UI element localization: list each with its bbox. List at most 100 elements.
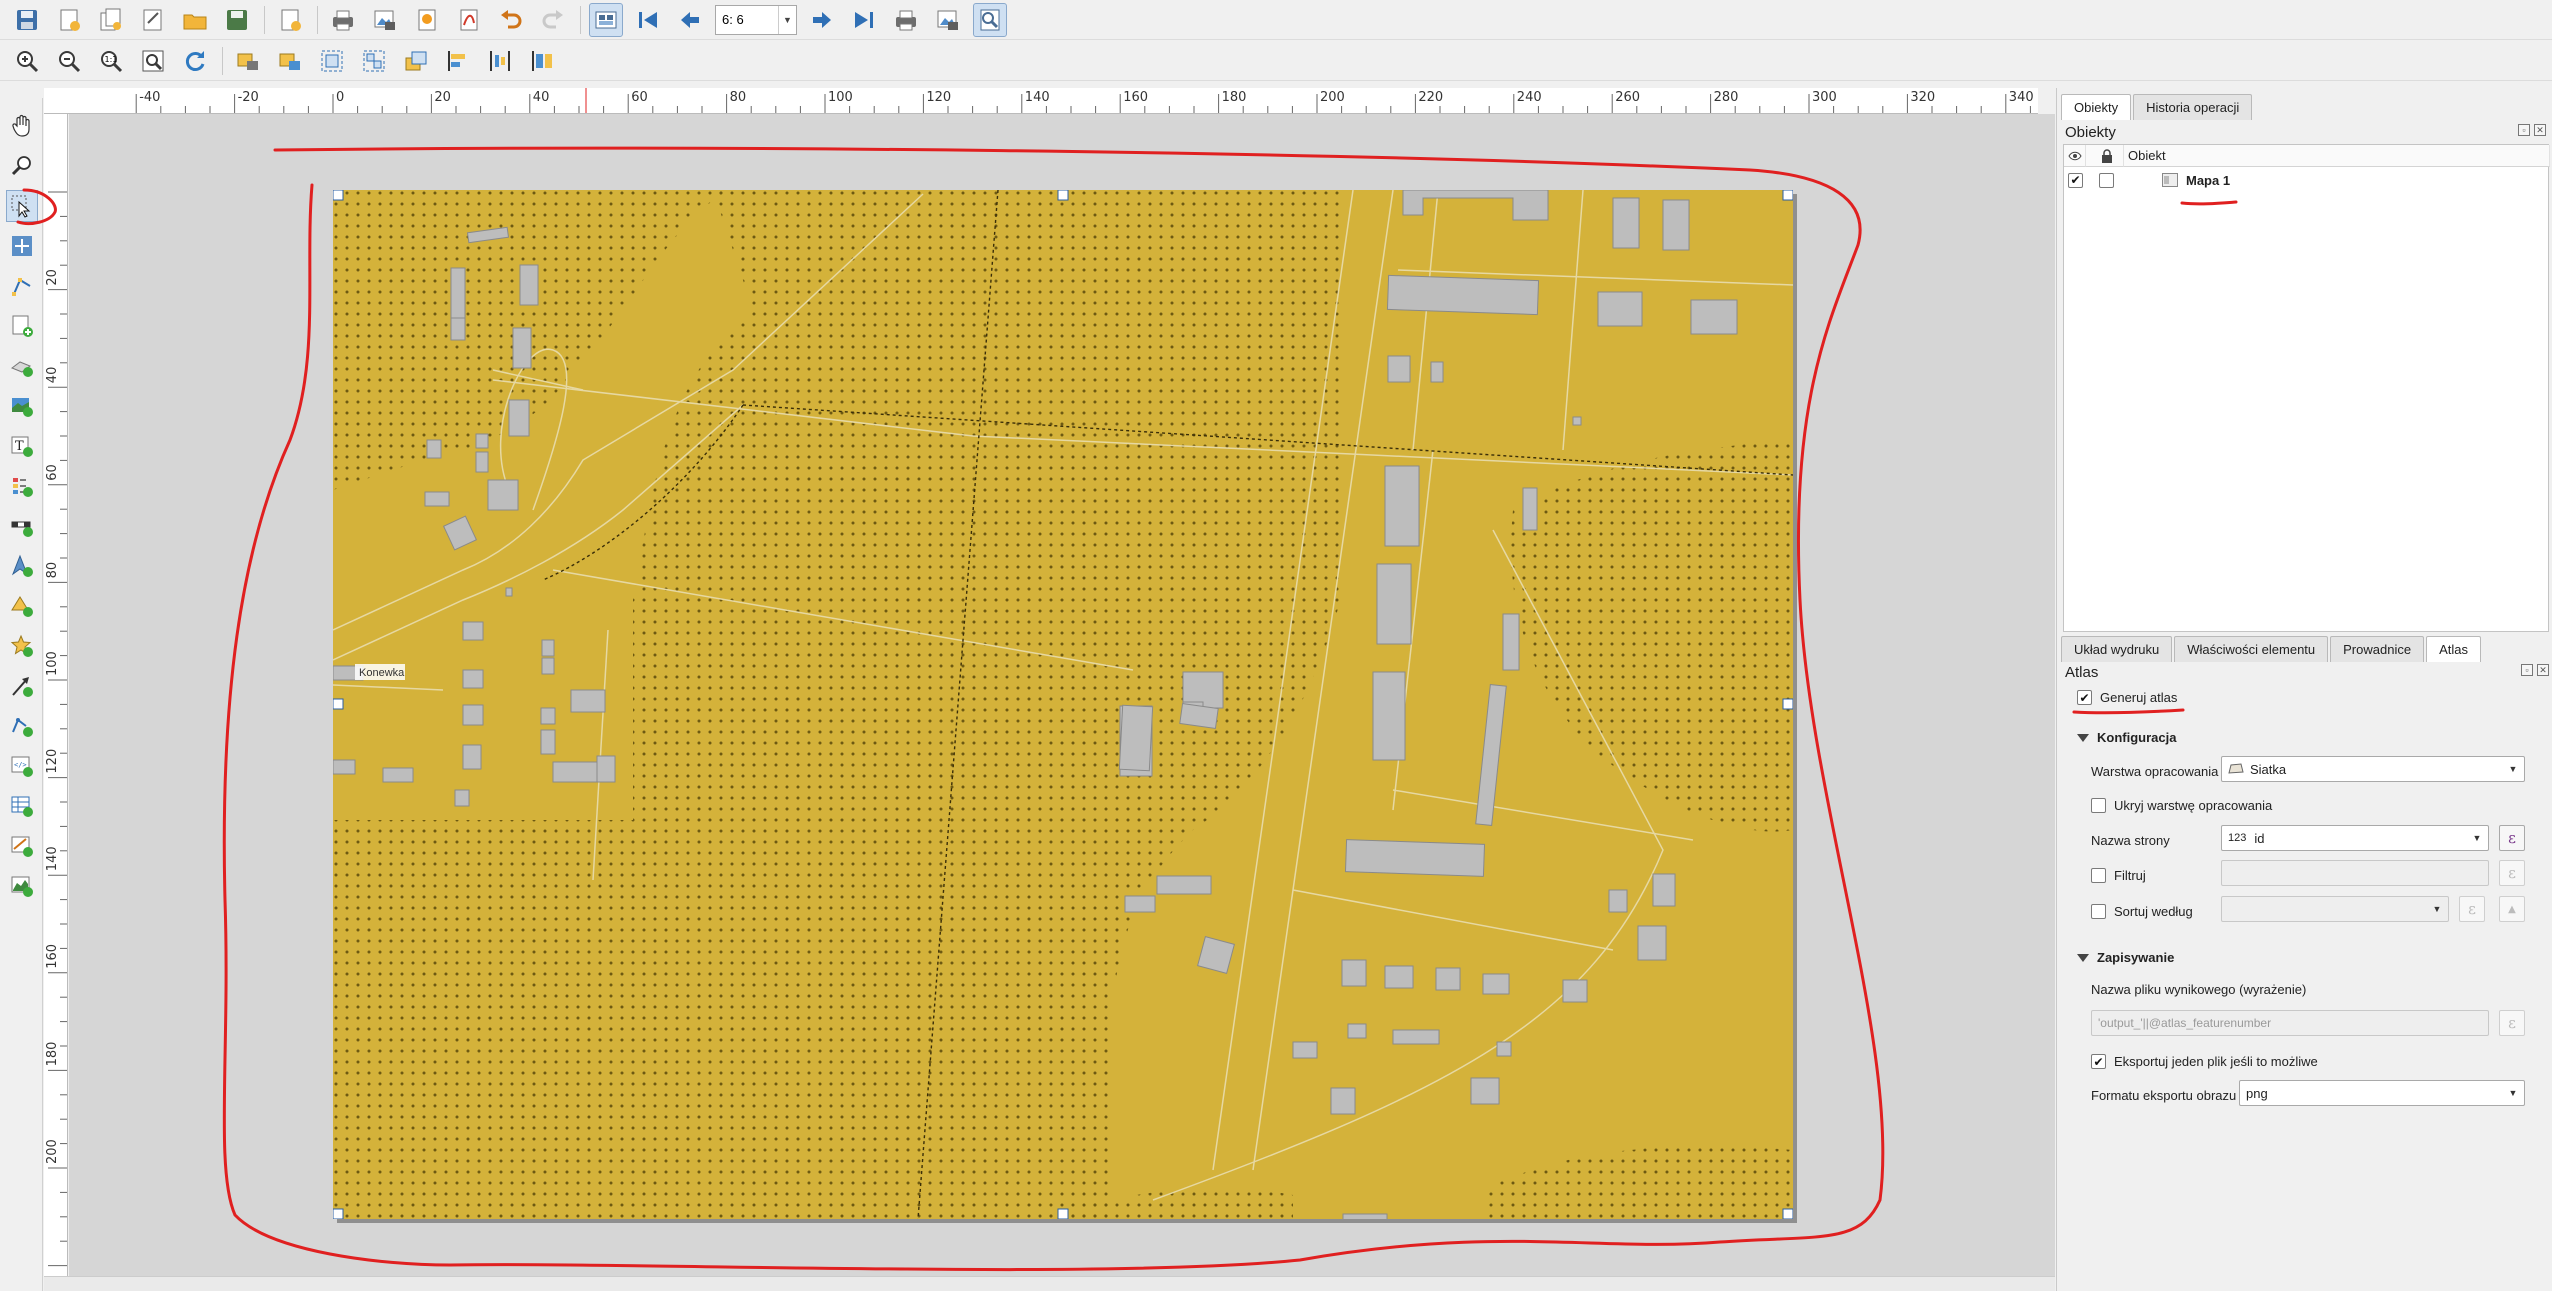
object-column-header[interactable]: Obiekt bbox=[2124, 145, 2550, 167]
vertical-ruler[interactable]: 20 40 60 80 100 120 140 160 180 200 bbox=[44, 114, 68, 1276]
add-map-icon[interactable] bbox=[6, 310, 38, 342]
zoom-full-icon[interactable] bbox=[136, 44, 170, 78]
sort-ascending-icon[interactable]: ▲ bbox=[2499, 896, 2525, 922]
hide-coverage-row[interactable]: Ukryj warstwę opracowania bbox=[2091, 798, 2272, 813]
horizontal-scrollbar[interactable] bbox=[44, 1276, 2055, 1291]
export-image-icon[interactable] bbox=[368, 3, 402, 37]
edit-nodes-icon[interactable] bbox=[6, 270, 38, 302]
float-dock-icon[interactable]: ▫ bbox=[2518, 124, 2530, 136]
chevron-down-icon[interactable]: ▼ bbox=[2426, 897, 2448, 921]
tab-items[interactable]: Obiekty bbox=[2061, 94, 2132, 120]
add-label-icon[interactable]: T bbox=[6, 430, 38, 462]
add-elevation-profile-icon[interactable] bbox=[6, 870, 38, 902]
sort-field-combo[interactable]: ▼ bbox=[2221, 896, 2449, 922]
redo-icon[interactable] bbox=[536, 3, 570, 37]
atlas-page-input[interactable] bbox=[716, 5, 778, 34]
collapse-triangle-icon[interactable] bbox=[2077, 733, 2089, 742]
select-move-icon[interactable] bbox=[6, 190, 38, 222]
page-name-combo[interactable]: 123 id ▼ bbox=[2221, 825, 2489, 851]
move-content-icon[interactable] bbox=[6, 230, 38, 262]
refresh-icon[interactable] bbox=[178, 44, 212, 78]
ungroup-items-icon[interactable] bbox=[357, 44, 391, 78]
lock-column-header[interactable] bbox=[2086, 145, 2124, 167]
chevron-down-icon[interactable]: ▼ bbox=[778, 5, 796, 34]
export-atlas-icon[interactable] bbox=[931, 3, 965, 37]
tab-layout[interactable]: Układ wydruku bbox=[2061, 636, 2173, 662]
export-pdf-icon[interactable] bbox=[452, 3, 486, 37]
close-dock-icon[interactable]: ✕ bbox=[2534, 124, 2546, 136]
single-file-checkbox[interactable]: ✔ bbox=[2091, 1054, 2106, 1069]
hide-coverage-label[interactable]: Ukryj warstwę opracowania bbox=[2114, 798, 2272, 813]
output-filename-expression-button[interactable]: ε bbox=[2499, 1010, 2525, 1036]
previous-feature-icon[interactable] bbox=[673, 3, 707, 37]
sort-checkbox[interactable] bbox=[2091, 904, 2106, 919]
add-scalebar-icon[interactable] bbox=[6, 510, 38, 542]
align-left-icon[interactable] bbox=[441, 44, 475, 78]
add-shape-icon[interactable] bbox=[6, 590, 38, 622]
chevron-down-icon[interactable]: ▼ bbox=[2466, 826, 2488, 850]
pan-icon[interactable] bbox=[6, 110, 38, 142]
add-picture-icon[interactable] bbox=[6, 390, 38, 422]
undo-icon[interactable] bbox=[494, 3, 528, 37]
add-page-icon[interactable] bbox=[273, 3, 307, 37]
add-node-item-icon[interactable] bbox=[6, 710, 38, 742]
single-file-row[interactable]: ✔ Eksportuj jeden plik jeśli to możliwe bbox=[2091, 1054, 2318, 1069]
add-north-arrow-icon[interactable] bbox=[6, 550, 38, 582]
chevron-down-icon[interactable]: ▼ bbox=[2502, 1081, 2524, 1105]
page-name-expression-button[interactable]: ε bbox=[2499, 825, 2525, 851]
filter-expression-field[interactable] bbox=[2221, 860, 2489, 886]
duplicate-layout-icon[interactable] bbox=[94, 3, 128, 37]
add-3d-map-icon[interactable] bbox=[6, 350, 38, 382]
items-table[interactable]: Obiekt ✔ Mapa 1 bbox=[2063, 144, 2550, 632]
raise-items-icon[interactable] bbox=[399, 44, 433, 78]
filter-expression-button[interactable]: ε bbox=[2499, 860, 2525, 886]
layout-canvas[interactable]: Konewka bbox=[69, 114, 2055, 1276]
map-item[interactable]: Konewka bbox=[332, 189, 1794, 1223]
sort-row[interactable]: Sortuj według bbox=[2091, 904, 2193, 919]
open-template-icon[interactable] bbox=[178, 3, 212, 37]
atlas-settings-icon[interactable] bbox=[973, 2, 1007, 37]
zoom-in-icon[interactable] bbox=[10, 44, 44, 78]
item-visible-checkbox[interactable]: ✔ bbox=[2068, 172, 2083, 188]
tab-guides[interactable]: Prowadnice bbox=[2330, 636, 2425, 662]
configuration-group-header[interactable]: Konfiguracja bbox=[2077, 730, 2176, 745]
sort-expression-button[interactable]: ε bbox=[2459, 896, 2485, 922]
collapse-triangle-icon[interactable] bbox=[2077, 953, 2089, 962]
zoom-actual-icon[interactable]: 1:1 bbox=[94, 44, 128, 78]
export-svg-icon[interactable] bbox=[410, 3, 444, 37]
unlock-items-icon[interactable] bbox=[273, 44, 307, 78]
lock-items-icon[interactable] bbox=[231, 44, 265, 78]
add-html-icon[interactable]: </> bbox=[6, 750, 38, 782]
chevron-down-icon[interactable]: ▼ bbox=[2502, 757, 2524, 781]
generate-atlas-checkbox[interactable]: ✔ bbox=[2077, 690, 2092, 705]
image-format-combo[interactable]: png ▼ bbox=[2239, 1080, 2525, 1106]
zoom-out-icon[interactable] bbox=[52, 44, 86, 78]
atlas-page-spinbox[interactable]: ▼ bbox=[715, 4, 797, 35]
filter-checkbox[interactable] bbox=[2091, 868, 2106, 883]
add-legend-icon[interactable] bbox=[6, 470, 38, 502]
atlas-preview-icon[interactable] bbox=[589, 2, 623, 37]
item-row-map[interactable]: ✔ Mapa 1 bbox=[2064, 168, 2548, 192]
first-feature-icon[interactable] bbox=[631, 3, 665, 37]
next-feature-icon[interactable] bbox=[805, 3, 839, 37]
output-filename-field[interactable]: 'output_'||@atlas_featurenumber bbox=[2091, 1010, 2489, 1036]
layout-manager-icon[interactable] bbox=[136, 3, 170, 37]
item-lock-checkbox[interactable] bbox=[2099, 172, 2114, 188]
save-layout-icon[interactable] bbox=[10, 3, 44, 37]
new-layout-icon[interactable] bbox=[52, 3, 86, 37]
visibility-column-header[interactable] bbox=[2064, 145, 2086, 167]
filter-row[interactable]: Filtruj bbox=[2091, 868, 2146, 883]
tab-item-properties[interactable]: Właściwości elementu bbox=[2174, 636, 2329, 662]
float-dock-icon[interactable]: ▫ bbox=[2521, 664, 2533, 676]
tab-undo-history[interactable]: Historia operacji bbox=[2133, 94, 2253, 120]
close-dock-icon[interactable]: ✕ bbox=[2537, 664, 2549, 676]
generate-atlas-label[interactable]: Generuj atlas bbox=[2100, 690, 2177, 705]
save-template-icon[interactable] bbox=[220, 3, 254, 37]
layout-page[interactable]: Konewka bbox=[332, 189, 1794, 1223]
coverage-layer-combo[interactable]: Siatka ▼ bbox=[2221, 756, 2525, 782]
print-icon[interactable] bbox=[326, 3, 360, 37]
add-marker-icon[interactable] bbox=[6, 630, 38, 662]
zoom-tool-icon[interactable] bbox=[6, 150, 38, 182]
add-fixed-table-icon[interactable] bbox=[6, 830, 38, 862]
horizontal-ruler[interactable]: -40 -20 0 20 40 60 80 100 120 140 160 180 200 220 240 2… bbox=[44, 88, 2038, 114]
